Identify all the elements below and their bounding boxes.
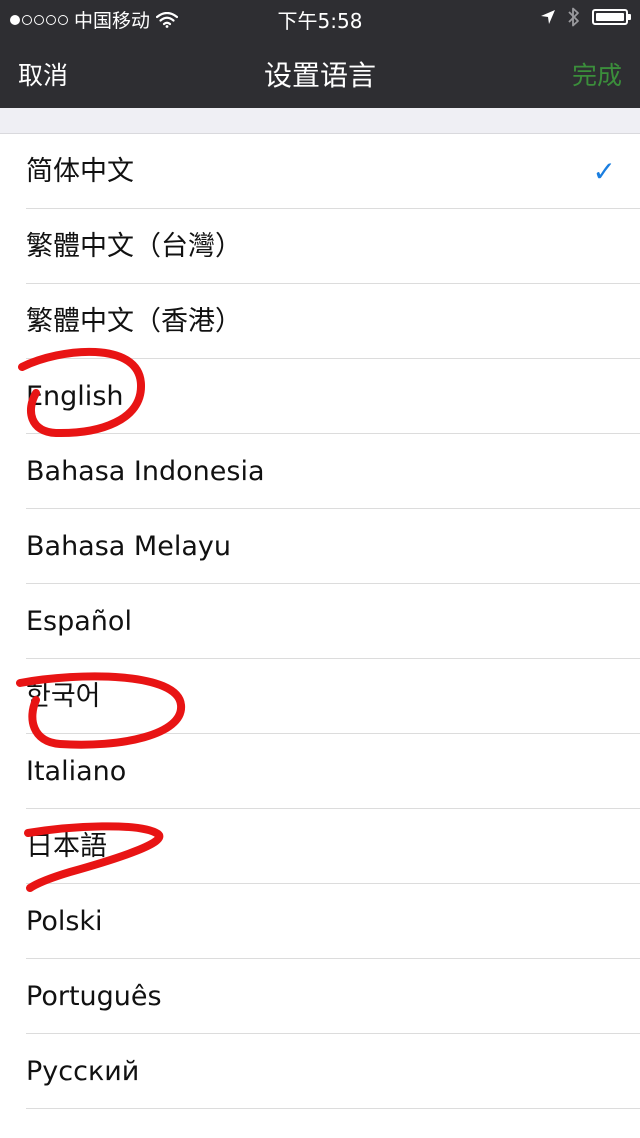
page-title: 设置语言	[263, 59, 376, 92]
language-item-italiano[interactable]: Italiano	[0, 734, 640, 809]
checkmark-icon: ✓	[592, 155, 616, 188]
language-item-bahasa-melayu[interactable]: Bahasa Melayu	[0, 509, 640, 584]
language-list: 简体中文 ✓ 繁體中文（台灣） 繁體中文（香港） English Bahasa Indon…	[0, 134, 640, 1109]
language-item-7[interactable]: 한국어	[0, 659, 640, 734]
language-item-0[interactable]: 简体中文 ✓	[0, 134, 640, 209]
language-item-english[interactable]: English	[0, 359, 640, 434]
language-label: Español	[26, 606, 132, 637]
language-label: Русский	[26, 1056, 140, 1087]
language-label: 한국어	[26, 681, 101, 712]
status-right	[540, 7, 631, 27]
language-label: 日本語	[26, 831, 107, 862]
language-item-1[interactable]: 繁體中文（台灣）	[0, 209, 640, 284]
language-item-portugu-s[interactable]: Português	[0, 959, 640, 1034]
language-label: 繁體中文（台灣）	[26, 231, 242, 262]
language-label: Bahasa Melayu	[26, 531, 231, 562]
language-label: 繁體中文（香港）	[26, 306, 242, 337]
language-item-9[interactable]: 日本語	[0, 809, 640, 884]
language-label: Italiano	[26, 756, 127, 787]
location-arrow-icon	[541, 10, 555, 24]
language-label: 简体中文	[26, 156, 134, 187]
bluetooth-icon	[568, 7, 579, 27]
language-item-2[interactable]: 繁體中文（香港）	[0, 284, 640, 359]
language-item-12[interactable]: Русский	[0, 1034, 640, 1109]
section-spacer	[0, 108, 640, 134]
battery-icon	[592, 9, 631, 25]
navigation-bar: 取消 设置语言 完成	[0, 38, 640, 108]
language-label: Português	[26, 981, 162, 1012]
language-item-espa-ol[interactable]: Español	[0, 584, 640, 659]
language-item-bahasa-indonesia[interactable]: Bahasa Indonesia	[0, 434, 640, 509]
language-label: Bahasa Indonesia	[26, 456, 265, 487]
language-item-polski[interactable]: Polski	[0, 884, 640, 959]
status-bar: 中国移动 下午5:58	[0, 0, 640, 38]
language-label: Polski	[26, 906, 103, 937]
done-button[interactable]: 完成	[572, 56, 622, 92]
language-label: English	[26, 381, 124, 412]
